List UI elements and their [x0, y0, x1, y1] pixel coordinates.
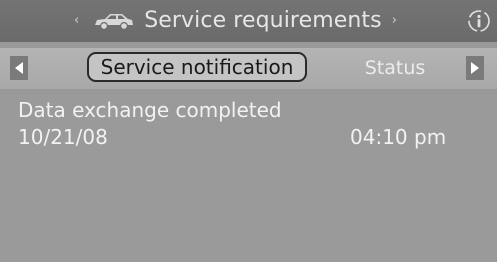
- info-icon[interactable]: [467, 9, 491, 33]
- tab-scroll-right-button[interactable]: [466, 56, 484, 80]
- chevron-left-icon[interactable]: ‹: [74, 7, 79, 35]
- notification-message: Data exchange completed: [18, 98, 282, 122]
- car-icon: [95, 14, 134, 31]
- title-bar: ‹ Service requirements ›: [0, 0, 497, 42]
- triangle-right-icon: [471, 62, 479, 74]
- notification-date: 10/21/08: [18, 125, 108, 149]
- tab-row: Service notification Status: [0, 48, 497, 89]
- tab-status[interactable]: Status: [352, 53, 438, 83]
- screen-title: Service requirements: [144, 8, 382, 33]
- tab-service-notification[interactable]: Service notification: [87, 52, 307, 82]
- chevron-right-icon[interactable]: ›: [392, 7, 397, 35]
- triangle-left-icon: [15, 62, 23, 74]
- display-screen: ‹ Service requirements › Service notific…: [0, 0, 497, 262]
- title-group: ‹ Service requirements ›: [74, 7, 397, 35]
- tab-scroll-left-button[interactable]: [10, 56, 28, 80]
- notification-time: 04:10 pm: [350, 125, 447, 149]
- notification-panel: Data exchange completed 10/21/08 04:10 p…: [0, 94, 497, 262]
